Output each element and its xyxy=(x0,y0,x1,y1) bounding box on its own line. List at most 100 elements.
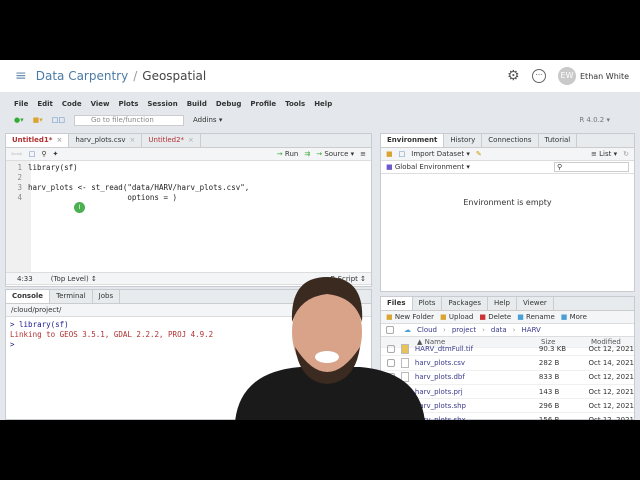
editor-tabs: Untitled1* × harv_plots.csv × Untitled2* × xyxy=(6,134,371,148)
breadcrumb-project[interactable]: Data Carpentry xyxy=(36,69,128,83)
rename-button[interactable]: ■ Rename xyxy=(517,313,555,321)
action-label: Rename xyxy=(526,313,555,321)
more-icon: ■ xyxy=(560,313,570,321)
file-name[interactable]: harv_plots.shp xyxy=(415,402,539,410)
save-icon[interactable]: □ xyxy=(29,150,36,158)
presenter-video-overlay xyxy=(235,277,425,420)
global-env-selector[interactable]: ■ Global Environment ▾ xyxy=(386,163,470,171)
tab-label: Terminal xyxy=(56,292,86,300)
file-name[interactable]: harv_plots.csv xyxy=(415,359,539,367)
back-icon[interactable]: ⇦⇨ xyxy=(11,150,23,158)
menu-build[interactable]: Build xyxy=(187,100,207,108)
broom-icon[interactable]: ✎ xyxy=(476,150,482,158)
menu-help[interactable]: Help xyxy=(314,100,332,108)
menu-bar: File Edit Code View Plots Session Build Debug Pr… xyxy=(0,97,640,111)
tab-harv-plots-csv[interactable]: harv_plots.csv × xyxy=(69,134,143,147)
menu-profile[interactable]: Profile xyxy=(250,100,276,108)
tab-connections[interactable]: Connections xyxy=(482,134,539,147)
breadcrumb-separator: › xyxy=(443,326,446,334)
file-modified: Oct 12, 2021 xyxy=(588,401,635,410)
close-icon[interactable]: × xyxy=(188,136,194,144)
path-harv[interactable]: HARV xyxy=(522,326,541,334)
file-modified: Oct 12, 2021 xyxy=(588,373,635,382)
menu-debug[interactable]: Debug xyxy=(216,100,242,108)
menu-plots[interactable]: Plots xyxy=(119,100,139,108)
open-folder-icon[interactable]: ■▾ xyxy=(33,116,43,124)
delete-button[interactable]: ■ Delete xyxy=(479,313,511,321)
path-project[interactable]: project xyxy=(452,326,476,334)
tab-history[interactable]: History xyxy=(444,134,483,147)
breadcrumb-separator: / xyxy=(133,69,138,83)
tab-label: Viewer xyxy=(522,299,547,307)
hamburger-menu-icon[interactable]: ≡ xyxy=(15,68,27,84)
run-button[interactable]: → Run xyxy=(277,150,299,158)
menu-session[interactable]: Session xyxy=(147,100,177,108)
source-button[interactable]: → Source ▾ xyxy=(316,150,354,158)
menu-code[interactable]: Code xyxy=(62,100,82,108)
environment-scope-bar: ■ Global Environment ▾ ⚲ xyxy=(381,161,634,174)
tab-viewer[interactable]: Viewer xyxy=(517,297,554,310)
menu-edit[interactable]: Edit xyxy=(37,100,53,108)
save-icon[interactable]: □□ xyxy=(52,116,65,124)
tab-label: Packages xyxy=(448,299,482,307)
save-icon[interactable]: □ xyxy=(399,150,406,158)
breadcrumb-separator: › xyxy=(512,326,516,334)
outline-icon[interactable]: ≡ xyxy=(360,150,366,158)
tab-label: Untitled2* xyxy=(148,136,185,144)
new-file-icon[interactable]: ●▾ xyxy=(14,116,24,124)
environment-pane: Environment History Connections Tutorial ■ … xyxy=(380,133,635,292)
file-modified: Oct 14, 2021 xyxy=(588,358,635,367)
avatar[interactable]: EW xyxy=(558,67,576,85)
tab-environment[interactable]: Environment xyxy=(381,134,445,147)
r-version[interactable]: R 4.0.2 ▾ xyxy=(579,116,610,124)
upload-button[interactable]: ■ Upload xyxy=(440,313,473,321)
tab-label: Console xyxy=(12,292,44,300)
tab-console[interactable]: Console xyxy=(6,290,51,303)
scope-label: Global Environment xyxy=(394,163,465,171)
addins-menu[interactable]: Addins ▾ xyxy=(193,116,222,124)
line-text: harv_plots <- st_read("data/HARV/harv_pl… xyxy=(28,183,250,192)
line-number: 1 xyxy=(17,163,22,172)
file-name[interactable]: harv_plots.shx xyxy=(415,416,539,420)
close-icon[interactable]: × xyxy=(56,136,62,144)
menu-view[interactable]: View xyxy=(91,100,110,108)
search-icon[interactable]: ⚲ xyxy=(41,150,46,158)
tab-untitled2-[interactable]: Untitled2* × xyxy=(142,134,201,147)
code-editor[interactable]: 1 library(sf) 2 3 harv_plots <- st_read("dat… xyxy=(6,161,371,272)
gear-icon[interactable]: ⚙ xyxy=(507,68,520,84)
tab-packages[interactable]: Packages xyxy=(442,297,489,310)
menu-tools[interactable]: Tools xyxy=(285,100,305,108)
tab-terminal[interactable]: Terminal xyxy=(50,290,93,303)
menu-file[interactable]: File xyxy=(14,100,28,108)
path-data[interactable]: data xyxy=(491,326,507,334)
refresh-icon[interactable]: ↻ xyxy=(623,150,629,158)
file-name[interactable]: harv_plots.dbf xyxy=(415,373,539,381)
more-button[interactable]: ■ More xyxy=(561,313,587,321)
rename-icon: ■ xyxy=(517,313,527,321)
list-view-button[interactable]: ≡ List ▾ xyxy=(591,150,617,158)
user-name[interactable]: Ethan White xyxy=(580,72,629,81)
close-icon[interactable]: × xyxy=(130,136,136,144)
tab-label: Jobs xyxy=(98,292,114,300)
editor-toolbar: ⇦⇨ □ ⚲ ✦ → Run ⇉ → Source ▾ ≡ xyxy=(6,148,371,161)
tab-help[interactable]: Help xyxy=(488,297,517,310)
goto-file-input[interactable]: Go to file/function xyxy=(74,114,184,126)
scope-selector[interactable]: (Top Level) ↕ xyxy=(51,275,97,283)
file-modified: Oct 12, 2021 xyxy=(588,387,635,396)
file-size: 282 B xyxy=(538,358,560,367)
tab-untitled1-[interactable]: Untitled1* × xyxy=(6,134,70,147)
line-number: 4 xyxy=(17,193,22,202)
list-label: List xyxy=(599,150,612,158)
env-search-input[interactable]: ⚲ xyxy=(554,162,629,172)
code-line: 3 harv_plots <- st_read("data/HARV/harv_p… xyxy=(6,183,371,193)
import-dataset-button[interactable]: Import Dataset ▾ xyxy=(411,150,470,158)
wand-icon[interactable]: ✦ xyxy=(53,150,59,158)
more-icon[interactable]: ··· xyxy=(532,69,546,83)
load-icon[interactable]: ■ xyxy=(386,150,393,158)
tab-label: Connections xyxy=(488,136,532,144)
file-name[interactable]: HARV_dtmFull.tif xyxy=(415,345,539,353)
rerun-icon[interactable]: ⇉ xyxy=(304,150,310,158)
tab-tutorial[interactable]: Tutorial xyxy=(539,134,578,147)
tab-jobs[interactable]: Jobs xyxy=(93,290,121,303)
file-name[interactable]: harv_plots.prj xyxy=(415,388,539,396)
